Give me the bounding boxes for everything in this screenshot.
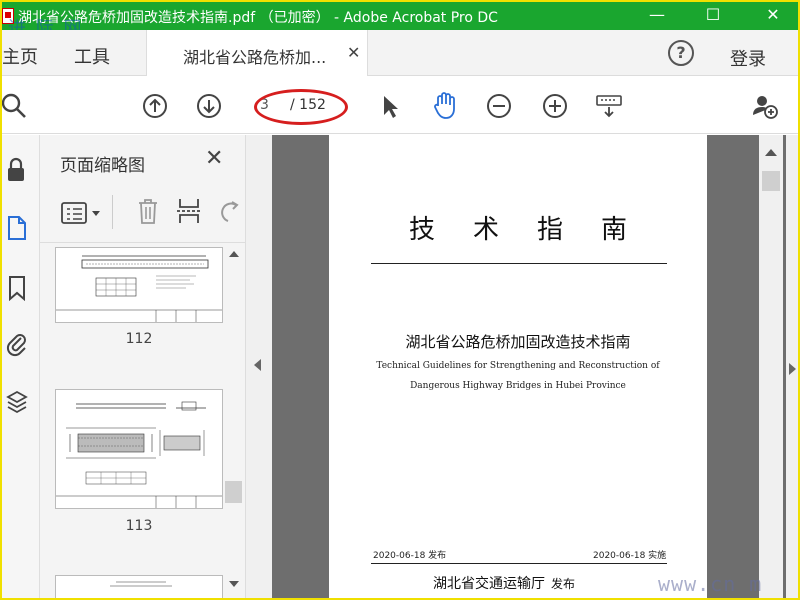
- tab-tools[interactable]: 工具: [74, 43, 110, 69]
- effective-date: 2020-06-18 实施: [593, 551, 667, 561]
- close-button[interactable]: ✕: [750, 2, 796, 30]
- collapse-right-panel[interactable]: [786, 135, 798, 598]
- app-window: 湖北省公路危桥加固改造技术指南.pdf （已加密） - Adobe Acroba…: [2, 2, 798, 598]
- document-title-en-line2: Dangerous Highway Bridges in Hubei Provi…: [410, 381, 626, 391]
- delete-page-icon[interactable]: [136, 197, 160, 225]
- tab-home[interactable]: 主页: [2, 43, 38, 69]
- bookmark-icon[interactable]: [6, 275, 28, 301]
- tab-close-icon[interactable]: ✕: [347, 43, 360, 62]
- publisher-name: 湖北省交通运输厅: [433, 576, 545, 592]
- thumbnail-page[interactable]: [55, 247, 223, 323]
- tab-document-label: 湖北省公路危桥加...: [183, 48, 327, 67]
- scroll-up-icon[interactable]: [229, 251, 239, 257]
- publish-date: 2020-06-18 发布: [373, 551, 447, 561]
- panel-close-icon[interactable]: ✕: [205, 146, 223, 171]
- search-icon[interactable]: [2, 93, 28, 119]
- thumbnails-scrollbar[interactable]: [225, 245, 242, 597]
- thumbnail-drawing: [56, 255, 222, 322]
- layers-icon[interactable]: [6, 389, 28, 415]
- thumbnail-drawing: [110, 581, 172, 587]
- panel-title: 页面缩略图: [60, 156, 145, 176]
- rotate-page-icon[interactable]: [218, 199, 240, 225]
- doc-scrollbar-thumb[interactable]: [762, 171, 780, 191]
- left-rail: [2, 135, 40, 598]
- tab-document[interactable]: 湖北省公路危桥加... ✕: [146, 30, 368, 76]
- select-cursor-icon[interactable]: [378, 93, 404, 119]
- title-bar: 湖北省公路危桥加固改造技术指南.pdf （已加密） - Adobe Acroba…: [2, 2, 798, 30]
- minimize-button[interactable]: —: [634, 2, 680, 30]
- publisher: 湖北省交通运输厅 发布: [433, 573, 575, 593]
- tab-bar: 主页 工具 湖北省公路危桥加... ✕ ? 登录: [2, 30, 798, 76]
- zoom-out-icon[interactable]: [486, 93, 512, 119]
- thumbnail-page-number: 112: [125, 331, 153, 347]
- collapse-left-icon[interactable]: [254, 359, 261, 371]
- panel-toolbar: [40, 185, 246, 243]
- thumbnail-page[interactable]: [55, 575, 223, 598]
- page-thumbnails-icon[interactable]: [6, 215, 28, 241]
- add-user-icon[interactable]: [752, 93, 778, 119]
- lock-icon[interactable]: [6, 157, 28, 183]
- next-page-icon[interactable]: [196, 93, 222, 119]
- toolbar-divider: [112, 195, 113, 229]
- document-title-en-line1: Technical Guidelines for Strengthening a…: [376, 361, 660, 371]
- doc-scroll-up-icon[interactable]: [765, 149, 777, 156]
- thumbnail-drawing: [56, 401, 222, 508]
- heading-rule: [371, 263, 667, 264]
- help-icon[interactable]: ?: [668, 40, 694, 66]
- extract-page-icon[interactable]: [176, 197, 202, 225]
- hand-tool-icon[interactable]: [430, 90, 460, 120]
- document-scrollbar[interactable]: [759, 135, 783, 598]
- page-number-annotation: [254, 89, 348, 125]
- toolbar: 3 / 152: [2, 77, 798, 134]
- publisher-suffix: 发布: [551, 577, 576, 591]
- scroll-down-icon[interactable]: [229, 581, 239, 587]
- keyboard-icon[interactable]: [596, 93, 622, 119]
- maximize-button[interactable]: ☐: [690, 2, 736, 30]
- watermark-bottom: www.cn m: [658, 572, 763, 596]
- previous-page-icon[interactable]: [142, 93, 168, 119]
- attachment-icon[interactable]: [6, 331, 28, 357]
- window-title: 湖北省公路危桥加固改造技术指南.pdf （已加密） - Adobe Acroba…: [18, 10, 498, 26]
- zoom-in-icon[interactable]: [542, 93, 568, 119]
- thumbnail-options-icon[interactable]: [60, 201, 104, 225]
- document-heading: 技术指南: [408, 215, 665, 245]
- document-title-cn: 湖北省公路危桥加固改造技术指南: [405, 333, 631, 351]
- thumbnail-page-number: 113: [125, 518, 153, 534]
- thumbnail-page[interactable]: [55, 389, 223, 509]
- login-button[interactable]: 登录: [730, 45, 766, 71]
- pdf-page: 技术指南 湖北省公路危桥加固改造技术指南 Technical Guideline…: [329, 135, 707, 598]
- collapse-right-icon[interactable]: [789, 363, 796, 375]
- collapse-left-panel[interactable]: [246, 135, 272, 598]
- footer-rule: [371, 563, 667, 564]
- scrollbar-thumb[interactable]: [225, 481, 242, 503]
- thumbnails-panel: 页面缩略图 ✕ 112 113: [40, 135, 246, 598]
